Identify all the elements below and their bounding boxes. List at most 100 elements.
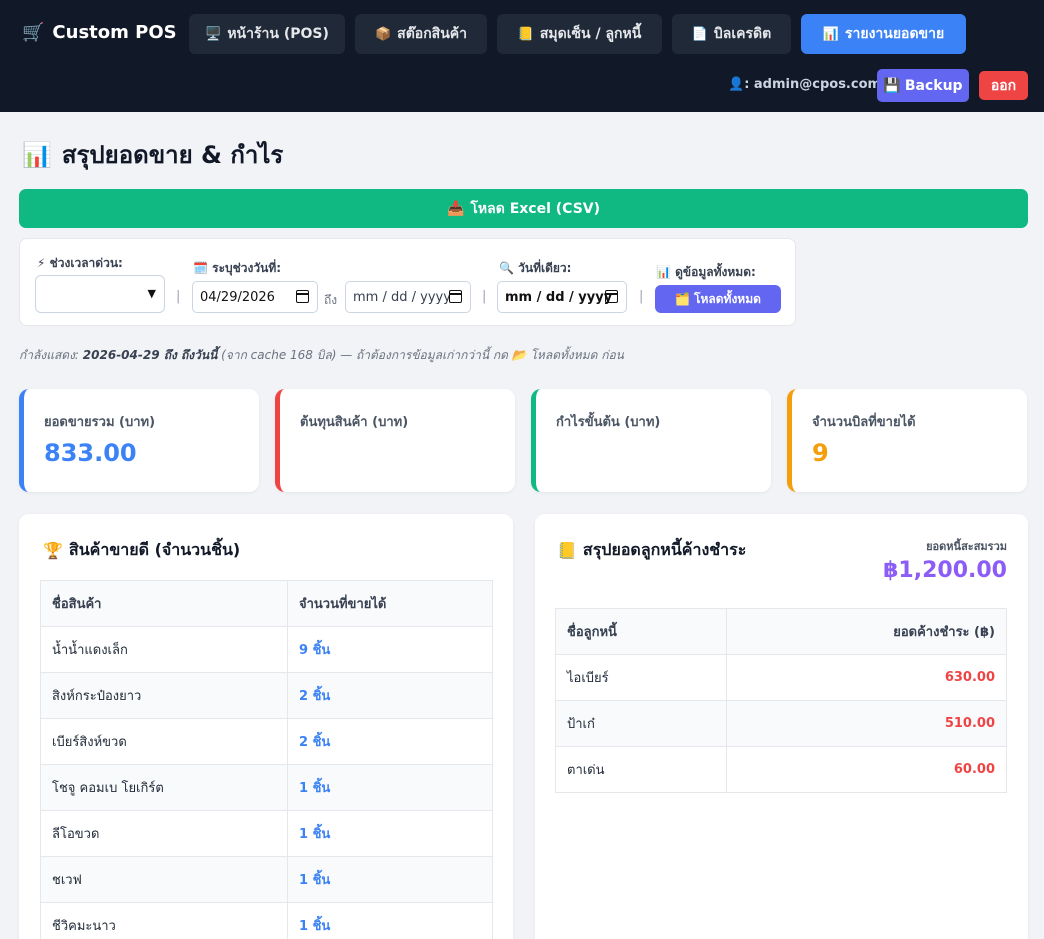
calendar-icon[interactable]	[296, 290, 309, 303]
quick-range-select[interactable]: ▼	[35, 275, 165, 313]
product-name: ชีวิคมะนาว	[40, 902, 288, 939]
nav-ledger-label: สมุดเซ็น / ลูกหนี้	[539, 26, 642, 42]
range-info-text: กำลังแสดง: 2026-04-29 ถึง ถึงวันนี้ (จาก…	[19, 346, 624, 365]
table-row: ป้าเก๋ 510.00	[555, 700, 1007, 747]
quantity-sold: 9 ชิ้น	[287, 626, 493, 673]
product-name: โชจู คอมเบ โยเกิร์ต	[40, 764, 288, 811]
product-name: เบียร์สิงห์ขวด	[40, 718, 288, 765]
single-date-input[interactable]: mm / dd / yyyy	[497, 281, 627, 313]
debt-amount: 630.00	[726, 654, 1007, 701]
product-name: ชเวฟ	[40, 856, 288, 903]
brand-name: Custom POS	[52, 22, 177, 43]
cost-card: ต้นทุนสินค้า (บาท)	[275, 389, 515, 492]
nav-sales-report-button[interactable]: 📊 รายงานยอดขาย	[801, 14, 966, 54]
package-icon: 📦	[374, 26, 392, 42]
quantity-sold: 1 ชิ้น	[287, 902, 493, 939]
nav-ledger-button[interactable]: 📒 สมุดเซ็น / ลูกหนี้	[497, 14, 662, 54]
nav-credit-bill-button[interactable]: 📄 บิลเครดิต	[672, 14, 791, 54]
filter-panel: ⚡ ช่วงเวลาด่วน: ▼ | 🗓️ ระบุช่วงวันที่: 0…	[19, 238, 796, 326]
nav-credit-bill-label: บิลเครดิต	[713, 26, 772, 42]
table-row: ชีวิคมะนาว 1 ชิ้น	[40, 902, 493, 939]
quantity-sold: 1 ชิ้น	[287, 856, 493, 903]
bill-count-card: จำนวนบิลที่ขายได้ 9	[787, 389, 1027, 492]
backup-button[interactable]: 💾 Backup	[877, 69, 969, 102]
debtor-name: ไอเบียร์	[555, 654, 727, 701]
backup-label: Backup	[904, 77, 963, 94]
bestsellers-table: ชื่อสินค้า จำนวนที่ขายได้ น้ำน้ำแดงเล็ก 9…	[40, 580, 493, 939]
product-name: น้ำน้ำแดงเล็ก	[40, 626, 288, 673]
date-from-input[interactable]: 04/29/2026	[192, 281, 318, 313]
monitor-icon: 🖥️	[205, 26, 222, 42]
total-sales-card: ยอดขายรวม (บาท) 833.00	[19, 389, 259, 492]
magnifier-icon: 🔍	[499, 261, 514, 275]
quantity-sold: 1 ชิ้น	[287, 810, 493, 857]
view-all-label: 📊 ดูข้อมูลทั้งหมด:	[656, 263, 756, 282]
debt-amount: 510.00	[726, 700, 1007, 747]
nav-pos-button[interactable]: 🖥️ หน้าร้าน (POS)	[189, 14, 345, 54]
load-all-button[interactable]: 🗂️ โหลดทั้งหมด	[655, 285, 781, 313]
debtor-name: ตาเด่น	[555, 746, 727, 793]
to-text: ถึง	[324, 293, 338, 307]
user-icon: 👤	[728, 77, 745, 92]
column-header: ชื่อลูกหนี้	[555, 608, 727, 655]
floppy-disk-icon: 💾	[883, 77, 901, 94]
card-value: 833.00	[44, 439, 137, 467]
calendar-icon: 🗓️	[193, 261, 208, 275]
column-header: จำนวนที่ขายได้	[287, 580, 493, 627]
date-range-label: 🗓️ ระบุช่วงวันที่:	[193, 259, 281, 278]
ledger-icon: 📒	[557, 541, 577, 560]
divider: |	[482, 289, 487, 304]
divider: |	[639, 289, 644, 304]
debtor-name: ป้าเก๋	[555, 700, 727, 747]
bestsellers-title: 🏆 สินค้าขายดี (จำนวนชิ้น)	[43, 538, 240, 563]
info-range: 2026-04-29 ถึง ถึงวันนี้	[82, 348, 218, 362]
table-row: ตาเด่น 60.00	[555, 746, 1007, 793]
product-name: ลีโอขวด	[40, 810, 288, 857]
table-row: ไอเบียร์ 630.00	[555, 654, 1007, 701]
table-row: น้ำน้ำแดงเล็ก 9 ชิ้น	[40, 626, 493, 673]
info-prefix: กำลังแสดง:	[19, 348, 83, 362]
quantity-sold: 2 ชิ้น	[287, 672, 493, 719]
date-to-placeholder: mm / dd / yyyy	[353, 289, 451, 305]
date-to-input[interactable]: mm / dd / yyyy	[345, 281, 471, 313]
quantity-sold: 2 ชิ้น	[287, 718, 493, 765]
product-name: สิงห์กระป๋องยาว	[40, 672, 288, 719]
card-label: ต้นทุนสินค้า (บาท)	[300, 415, 409, 430]
column-header: ชื่อสินค้า	[40, 580, 288, 627]
calendar-icon[interactable]	[449, 290, 462, 303]
debt-summary-title-text: สรุปยอดลูกหนี้ค้างชำระ	[582, 540, 747, 559]
gross-profit-card: กำไรขั้นต้น (บาท)	[531, 389, 771, 492]
page-title-text: สรุปยอดขาย & กำไร	[61, 141, 284, 169]
cart-icon: 🛒	[22, 22, 45, 43]
debt-amount: 60.00	[726, 746, 1007, 793]
chevron-down-icon: ▼	[147, 287, 156, 300]
table-row: โชจู คอมเบ โยเกิร์ต 1 ชิ้น	[40, 764, 493, 811]
brand[interactable]: 🛒 Custom POS	[22, 22, 177, 43]
debt-summary-title: 📒 สรุปยอดลูกหนี้ค้างชำระ	[557, 538, 746, 563]
single-date-label: 🔍 วันที่เดียว:	[499, 259, 571, 278]
load-all-label: โหลดทั้งหมด	[694, 291, 761, 306]
nav-pos-label: หน้าร้าน (POS)	[227, 26, 329, 42]
download-icon: 📥	[446, 200, 465, 217]
single-date-label-text: วันที่เดียว:	[518, 261, 572, 275]
user-email: : admin@cpos.com	[744, 77, 882, 92]
debt-total-label: ยอดหนี้สะสมรวม	[926, 540, 1007, 553]
bar-chart-icon: 📊	[822, 26, 839, 42]
table-row: ลีโอขวด 1 ชิ้น	[40, 810, 493, 857]
table-row: สิงห์กระป๋องยาว 2 ชิ้น	[40, 672, 493, 719]
export-csv-button[interactable]: 📥 โหลด Excel (CSV)	[19, 189, 1028, 228]
debt-table: ชื่อลูกหนี้ ยอดค้างชำระ (฿) ไอเบียร์ 630.…	[555, 608, 1007, 793]
bar-chart-icon: 📊	[656, 265, 671, 279]
date-from-value: 04/29/2026	[200, 289, 275, 305]
column-header: ยอดค้างชำระ (฿)	[726, 608, 1007, 655]
logout-button[interactable]: ออก	[979, 71, 1028, 100]
card-label: กำไรขั้นต้น (บาท)	[556, 415, 661, 430]
nav-stock-button[interactable]: 📦 สต๊อกสินค้า	[355, 14, 487, 54]
quantity-sold: 1 ชิ้น	[287, 764, 493, 811]
date-range-label-text: ระบุช่วงวันที่:	[212, 261, 282, 275]
card-value: 9	[812, 439, 829, 467]
divider: |	[176, 289, 181, 304]
table-row: ชเวฟ 1 ชิ้น	[40, 856, 493, 903]
user-info: 👤: admin@cpos.com	[728, 77, 881, 92]
calendar-icon[interactable]	[605, 290, 618, 303]
